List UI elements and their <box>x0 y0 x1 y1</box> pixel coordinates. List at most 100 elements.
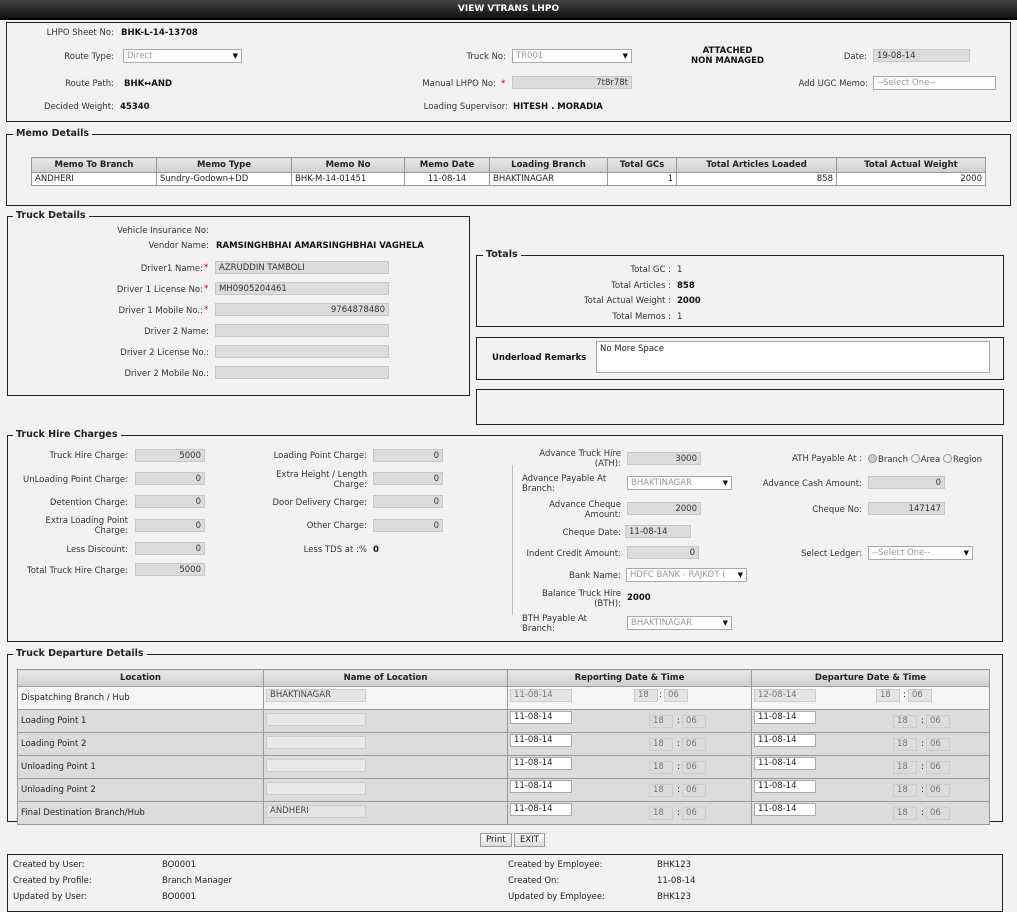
reporting-date-field[interactable]: 11-08-14 <box>510 689 572 702</box>
balance-label-2: (BTH): <box>594 599 621 609</box>
underload-remarks-textarea[interactable]: No More Space <box>596 341 990 373</box>
departure-date-field[interactable]: 11-08-14 <box>754 803 816 816</box>
reporting-date-field[interactable]: 11-08-14 <box>510 734 572 747</box>
departure-date-field[interactable]: 11-08-14 <box>754 780 816 793</box>
decided-weight: 45340 <box>120 102 150 112</box>
other-field[interactable]: 0 <box>373 519 443 532</box>
reporting-minute-field[interactable]: 06 <box>682 715 706 728</box>
time-separator: : <box>677 739 680 749</box>
ledger-select[interactable]: --Select One-- ▼ <box>868 546 973 560</box>
date-field[interactable]: 19-08-14 <box>873 49 970 62</box>
manual-lhpo-field[interactable]: 7t8r78t <box>512 76 632 89</box>
departure-hour-field[interactable]: 18 <box>893 784 917 797</box>
departure-minute-field[interactable]: 06 <box>908 689 932 702</box>
created-on-label: Created On: <box>508 876 560 886</box>
location-name-field[interactable] <box>266 759 366 772</box>
reporting-date-field[interactable]: 11-08-14 <box>510 757 572 770</box>
departure-date-field[interactable]: 11-08-14 <box>754 711 816 724</box>
updated-by-user: BO0001 <box>162 892 197 902</box>
total-weight: 2000 <box>677 296 701 306</box>
memo-legend: Memo Details <box>13 128 93 139</box>
location-name-field[interactable] <box>266 713 366 726</box>
radio-area[interactable] <box>910 454 920 463</box>
departure-minute-field[interactable]: 06 <box>926 784 950 797</box>
reporting-minute-field[interactable]: 06 <box>682 761 706 774</box>
less-discount-field[interactable]: 0 <box>135 542 205 555</box>
exit-button[interactable]: EXIT <box>514 833 545 847</box>
departure-minute-field[interactable]: 06 <box>926 761 950 774</box>
route-type-label: Route Type: <box>64 52 114 62</box>
departure-minute-field[interactable]: 06 <box>926 807 950 820</box>
reporting-minute-field[interactable]: 06 <box>682 807 706 820</box>
col-header: Reporting Date & Time <box>507 669 752 687</box>
memo-no: BHK-M-14-01451 <box>291 172 405 186</box>
driver2-name-field[interactable] <box>215 324 389 337</box>
cheque-no-field[interactable]: 147147 <box>868 502 945 515</box>
unloading-field[interactable]: 0 <box>135 472 205 485</box>
radio-branch[interactable] <box>868 454 877 463</box>
extra-loading-field[interactable]: 0 <box>135 519 205 532</box>
departure-hour-field[interactable]: 18 <box>893 807 917 820</box>
detention-field[interactable]: 0 <box>135 495 205 508</box>
insurance-label: Vehicle Insurance No: <box>117 226 209 236</box>
driver1-license-label: Driver 1 License No: <box>116 285 203 295</box>
driver1-license-field[interactable]: MH0905204461 <box>215 282 389 295</box>
departure-date-field[interactable]: 11-08-14 <box>754 734 816 747</box>
location-name-field[interactable]: ANDHERI <box>266 805 366 818</box>
name-cell <box>263 778 508 802</box>
reporting-date-field[interactable]: 11-08-14 <box>510 780 572 793</box>
reporting-date-field[interactable]: 11-08-14 <box>510 711 572 724</box>
indent-field[interactable]: 0 <box>627 546 699 559</box>
location-name-field[interactable] <box>266 736 366 749</box>
adv-payable-select[interactable]: BHAKTINAGAR ▼ <box>627 476 732 490</box>
reporting-minute-field[interactable]: 06 <box>682 738 706 751</box>
location-name-field[interactable]: BHAKTINAGAR <box>266 689 366 702</box>
reporting-date-field[interactable]: 11-08-14 <box>510 803 572 816</box>
bank-select[interactable]: HDFC BANK - RAJKOT (▼ <box>626 568 747 582</box>
departure-date-field[interactable]: 11-08-14 <box>754 757 816 770</box>
truck-no-select[interactable]: TR001 ▼ <box>512 49 632 63</box>
extra-height-field[interactable]: 0 <box>373 472 443 485</box>
reporting-hour-field[interactable]: 18 <box>649 761 673 774</box>
col-header: Location <box>17 669 264 687</box>
adv-cheque-field[interactable]: 2000 <box>627 502 701 515</box>
location-cell: Unloading Point 2 <box>17 778 264 802</box>
print-button[interactable]: Print <box>480 833 512 847</box>
bth-payable-label: BTH Payable At <box>522 614 587 624</box>
departure-date-field[interactable]: 12-08-14 <box>754 689 816 702</box>
reporting-hour-field[interactable]: 18 <box>649 807 673 820</box>
memo-table: Memo To Branch Memo Type Memo No Memo Da… <box>31 157 986 186</box>
driver1-mobile-field[interactable]: 9764878480 <box>215 303 389 316</box>
driver1-name-field[interactable]: AZRUDDIN TAMBOLI <box>215 261 389 274</box>
location-name-field[interactable] <box>266 782 366 795</box>
driver2-mobile-field[interactable] <box>215 366 389 379</box>
truck-no-label: Truck No: <box>466 52 506 62</box>
departure-hour-field[interactable]: 18 <box>876 689 900 702</box>
truck-hire-field[interactable]: 5000 <box>135 449 205 462</box>
radio-region[interactable] <box>942 454 952 463</box>
departure-minute-field[interactable]: 06 <box>926 715 950 728</box>
reporting-minute-field[interactable]: 06 <box>664 689 688 702</box>
adv-cash-field[interactable]: 0 <box>868 476 945 489</box>
total-gcs: 1 <box>607 172 677 186</box>
cheque-date-field[interactable]: 11-08-14 <box>625 525 691 538</box>
departure-minute-field[interactable]: 06 <box>926 738 950 751</box>
departure-hour-field[interactable]: 18 <box>893 738 917 751</box>
loading-point-field[interactable]: 0 <box>373 449 443 462</box>
route-path: BHK↔AND <box>124 79 173 89</box>
departure-hour-field[interactable]: 18 <box>893 715 917 728</box>
reporting-minute-field[interactable]: 06 <box>682 784 706 797</box>
route-type-select[interactable]: Direct ▼ <box>123 49 242 63</box>
time-separator: : <box>677 762 680 772</box>
adv-hire-field[interactable]: 3000 <box>627 452 701 465</box>
reporting-hour-field[interactable]: 18 <box>649 738 673 751</box>
add-ugc-input[interactable]: --Select One-- <box>873 76 996 90</box>
bth-payable-select[interactable]: BHAKTINAGAR ▼ <box>627 616 732 630</box>
reporting-hour-field[interactable]: 18 <box>649 784 673 797</box>
reporting-hour-field[interactable]: 18 <box>634 689 658 702</box>
door-delivery-field[interactable]: 0 <box>373 495 443 508</box>
departure-hour-field[interactable]: 18 <box>893 761 917 774</box>
total-hire-field[interactable]: 5000 <box>135 563 205 576</box>
driver2-license-field[interactable] <box>215 345 389 358</box>
reporting-hour-field[interactable]: 18 <box>649 715 673 728</box>
